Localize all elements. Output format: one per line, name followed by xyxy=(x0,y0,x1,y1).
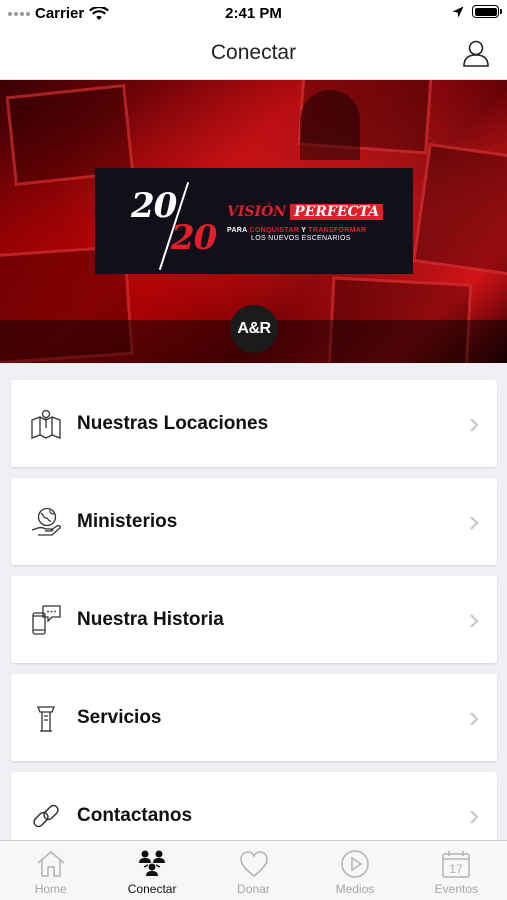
perfecta-word: PERFECTA xyxy=(290,204,384,220)
tab-label: Medios xyxy=(335,882,375,896)
lectern-icon xyxy=(37,706,55,732)
chevron-right-icon xyxy=(470,516,479,530)
menu-item-history[interactable]: Nuestra Historia xyxy=(11,576,497,663)
user-icon[interactable] xyxy=(461,38,491,68)
status-time: 2:41 PM xyxy=(225,5,282,22)
promo-text: VISIÓN PERFECTA PARA CONQUISTAR Y TRANSF… xyxy=(227,204,384,242)
menu-item-label: Ministerios xyxy=(77,511,178,532)
chevron-right-icon xyxy=(470,418,479,432)
menu-item-label: Nuestra Historia xyxy=(77,609,224,630)
tab-label: Conectar xyxy=(127,882,177,896)
tab-medios[interactable]: Medios xyxy=(304,841,405,900)
home-icon xyxy=(37,851,65,877)
link-icon xyxy=(33,804,59,828)
map-pin-icon xyxy=(31,409,61,439)
status-bar: Carrier 2:41 PM xyxy=(0,0,507,28)
tab-label: Eventos xyxy=(434,882,478,896)
chevron-right-icon xyxy=(470,614,479,628)
tab-home[interactable]: Home xyxy=(0,841,101,900)
nav-bar: Conectar xyxy=(0,28,507,80)
tab-label: Home xyxy=(34,882,67,896)
tagline-conquistar: CONQUISTAR xyxy=(249,227,300,234)
tab-conectar[interactable]: Conectar xyxy=(101,841,202,900)
heart-icon xyxy=(239,851,268,877)
vision-line: VISIÓN PERFECTA xyxy=(227,204,384,220)
battery-icon xyxy=(472,5,502,18)
tagline-y: Y xyxy=(301,227,307,234)
phone-chat-icon xyxy=(32,605,61,635)
hand-globe-icon xyxy=(31,507,61,536)
tagline-line-1: PARA CONQUISTAR Y TRANSFORMAR xyxy=(227,226,383,235)
hero-banner[interactable]: 20 20 VISIÓN PERFECTA PARA CONQUISTAR Y … xyxy=(0,80,507,363)
tagline-transformar: TRANSFORMAR xyxy=(308,227,367,234)
menu-item-services[interactable]: Servicios xyxy=(11,674,497,761)
tagline-para: PARA xyxy=(227,227,248,234)
banner-figure-shadow xyxy=(300,90,360,160)
menu-item-locations[interactable]: Nuestras Locaciones xyxy=(11,380,497,467)
menu-item-ministries[interactable]: Ministerios xyxy=(11,478,497,565)
banner-promo-card: 20 20 VISIÓN PERFECTA PARA CONQUISTAR Y … xyxy=(95,168,413,274)
connect-menu: Nuestras Locaciones Ministerios Nuestra … xyxy=(11,380,497,870)
banner-photo-tile xyxy=(412,142,507,278)
vision-word: VISIÓN xyxy=(227,204,287,220)
menu-item-label: Servicios xyxy=(77,707,162,728)
tab-eventos[interactable]: 17 Eventos xyxy=(406,841,507,900)
status-right xyxy=(452,5,502,18)
year-number-bottom: 20 xyxy=(171,218,217,258)
year-number-top: 20 xyxy=(131,186,177,226)
location-arrow-icon xyxy=(452,6,464,17)
calendar-icon: 17 xyxy=(442,851,471,878)
people-icon xyxy=(139,850,166,876)
chevron-right-icon xyxy=(470,712,479,726)
tagline-line-2: LOS NUEVOS ESCENARIOS xyxy=(251,235,351,242)
chevron-right-icon xyxy=(470,810,479,824)
play-circle-icon xyxy=(341,850,369,878)
tab-label: Donar xyxy=(237,882,270,896)
menu-item-label: Nuestras Locaciones xyxy=(77,413,269,434)
tab-donar[interactable]: Donar xyxy=(203,841,304,900)
church-logo: A&R xyxy=(230,305,278,353)
year-number: 20 20 xyxy=(131,178,221,271)
page-title: Conectar xyxy=(210,41,297,64)
calendar-day-number: 17 xyxy=(450,862,464,876)
tab-bar: Home Conectar Donar Medios 17 Eventos xyxy=(0,840,507,900)
